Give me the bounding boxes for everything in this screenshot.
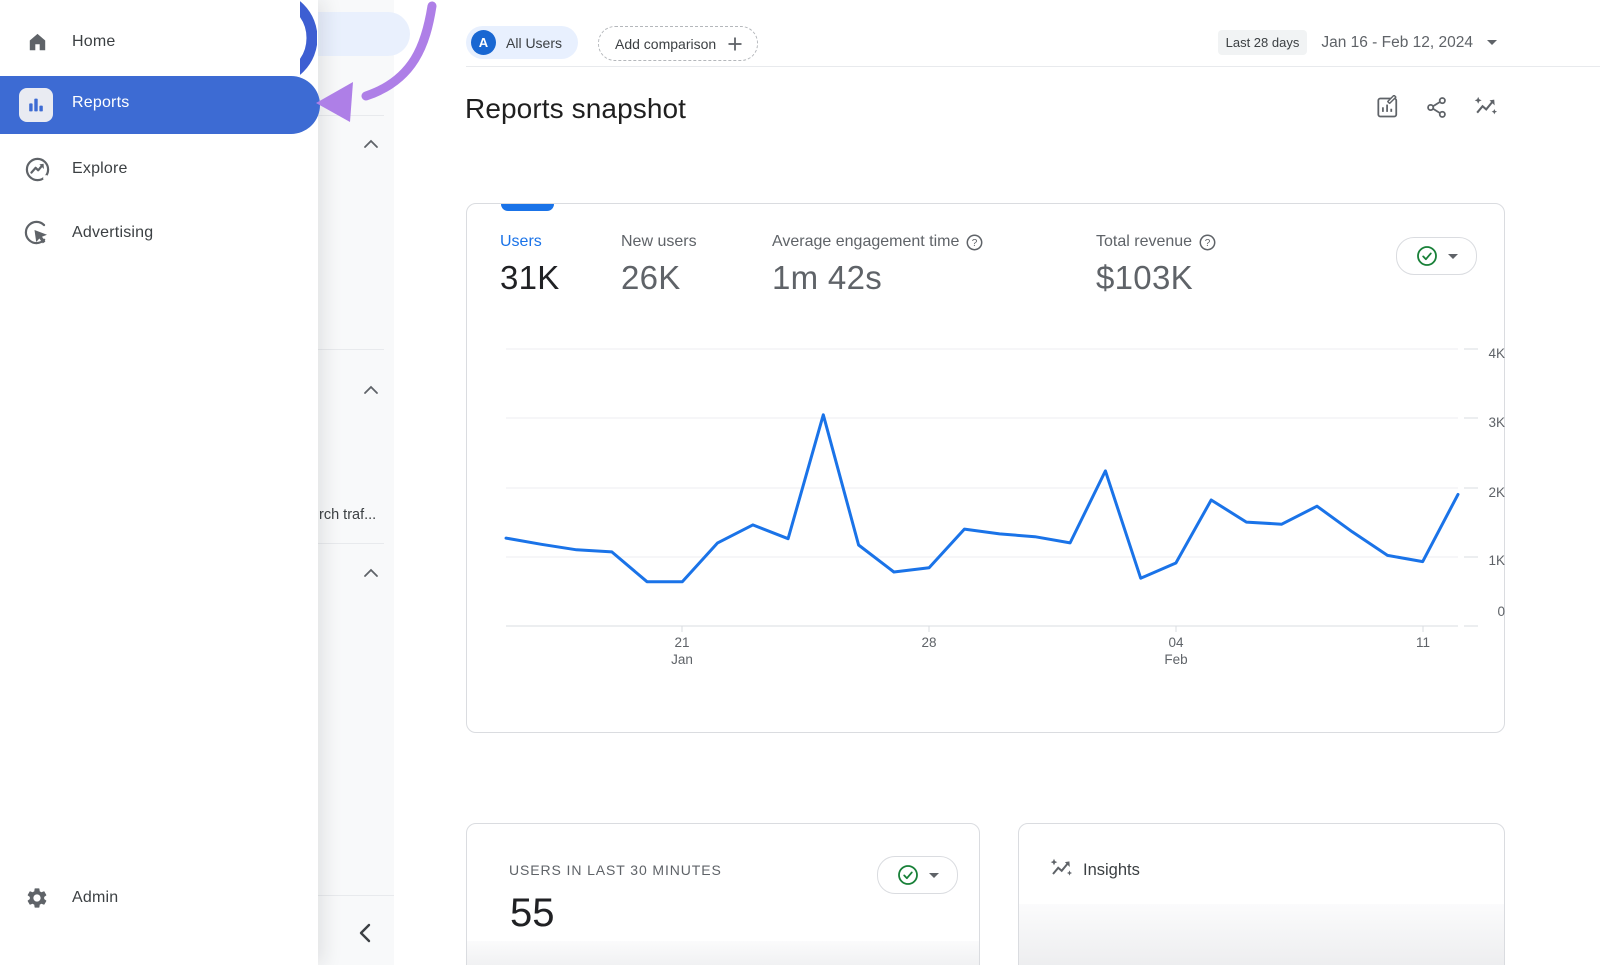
realtime-users-value: 55 — [510, 891, 555, 936]
sidebar-item-advertising[interactable]: Advertising — [0, 212, 318, 254]
metric-label[interactable]: New users — [621, 233, 697, 251]
chevron-down-icon — [929, 873, 939, 878]
share-icon[interactable] — [1424, 95, 1449, 120]
x-tick-label: Feb — [1164, 652, 1187, 667]
add-comparison-button[interactable]: Add comparison — [598, 26, 758, 61]
metric-label[interactable]: Average engagement time — [772, 233, 959, 251]
metric-label[interactable]: Total revenue — [1096, 233, 1192, 251]
sidebar-item-home[interactable]: Home — [0, 21, 318, 63]
y-tick-label: 0 — [1497, 604, 1505, 619]
date-range-text: Jan 16 - Feb 12, 2024 — [1321, 34, 1473, 52]
green-check-icon — [1416, 245, 1438, 267]
add-comparison-label: Add comparison — [615, 36, 716, 52]
chevron-down-icon — [1487, 40, 1497, 45]
realtime-card-footer — [467, 941, 979, 965]
x-tick-label: Jan — [671, 652, 693, 667]
sidebar-item-admin[interactable]: Admin — [0, 877, 318, 919]
plus-icon — [726, 35, 744, 53]
x-tick-label: 28 — [921, 635, 936, 650]
gear-icon — [25, 886, 49, 910]
collapse-sidebar-chevron-left-icon[interactable] — [358, 923, 372, 943]
y-tick-label: 3K — [1488, 415, 1505, 430]
y-tick-label: 2K — [1488, 485, 1505, 500]
explore-icon — [24, 156, 51, 183]
sidebar-item-label: Reports — [72, 94, 129, 112]
svg-text:?: ? — [972, 238, 978, 249]
y-tick-label: 4K — [1488, 346, 1505, 361]
sidebar-item-label: Home — [72, 33, 115, 51]
data-quality-button[interactable] — [1396, 237, 1477, 275]
search-bar-fragment[interactable] — [318, 12, 410, 56]
report-toolbar — [1375, 95, 1499, 120]
sidebar-divider — [318, 115, 384, 116]
realtime-card-title: USERS IN LAST 30 MINUTES — [509, 862, 722, 878]
sidebar-item-explore[interactable]: Explore — [0, 148, 318, 190]
left-navigation-panel: Home Reports Explore — [0, 0, 318, 965]
insights-sparkle-icon — [1049, 857, 1074, 881]
svg-text:?: ? — [1205, 238, 1211, 249]
metric-avg-engagement-time[interactable]: Average engagement time ? 1m 42s — [772, 233, 983, 297]
sidebar-item-reports-selected[interactable]: Reports — [0, 76, 320, 134]
segment-avatar: A — [471, 30, 496, 55]
sidebar-item-label: Advertising — [72, 224, 153, 242]
x-tick-label: 11 — [1416, 635, 1430, 650]
background-sidebar — [318, 0, 394, 965]
chevron-up-icon[interactable] — [363, 568, 379, 578]
page-title: Reports snapshot — [465, 93, 686, 125]
home-icon — [26, 31, 49, 53]
chevron-down-icon — [1448, 254, 1458, 259]
sidebar-divider — [318, 895, 394, 896]
chevron-up-icon[interactable] — [363, 385, 379, 395]
all-users-segment-chip[interactable]: A All Users — [466, 26, 578, 59]
sidebar-divider — [318, 543, 384, 544]
help-icon[interactable]: ? — [1199, 234, 1216, 251]
segment-label: All Users — [506, 35, 562, 51]
advertising-icon — [23, 219, 51, 247]
x-tick-label: 21 — [674, 635, 689, 650]
sidebar-item-truncated[interactable]: rch traf... — [319, 507, 393, 523]
metric-value: 26K — [621, 259, 697, 297]
insights-card: Insights — [1018, 823, 1505, 965]
insights-card-footer — [1019, 904, 1504, 965]
metric-value: $103K — [1096, 259, 1216, 297]
sidebar-divider — [318, 349, 384, 350]
insights-sparkle-icon[interactable] — [1473, 95, 1499, 120]
data-quality-button[interactable] — [877, 856, 958, 894]
bar-chart-icon — [19, 88, 53, 122]
help-icon[interactable]: ? — [966, 234, 983, 251]
metric-value: 1m 42s — [772, 259, 983, 297]
metric-value: 31K — [500, 259, 560, 297]
y-tick-label: 1K — [1488, 553, 1505, 568]
metric-new-users[interactable]: New users 26K — [621, 233, 697, 297]
metric-label[interactable]: Users — [500, 233, 560, 251]
date-range-selector[interactable]: Last 28 days Jan 16 - Feb 12, 2024 — [1218, 30, 1497, 55]
metrics-overview-card: Users 31K New users 26K Average engageme… — [466, 203, 1505, 733]
sidebar-item-label: Admin — [72, 889, 118, 907]
topbar-divider — [466, 66, 1600, 67]
insights-card-title: Insights — [1083, 861, 1140, 880]
customize-report-icon[interactable] — [1375, 95, 1400, 120]
metric-total-revenue[interactable]: Total revenue ? $103K — [1096, 233, 1216, 297]
date-preset-badge: Last 28 days — [1218, 30, 1308, 55]
metric-users[interactable]: Users 31K — [500, 233, 560, 297]
chevron-up-icon[interactable] — [363, 139, 379, 149]
realtime-users-card: USERS IN LAST 30 MINUTES 55 — [466, 823, 980, 965]
sidebar-item-label: Explore — [72, 160, 128, 178]
x-tick-label: 04 — [1168, 635, 1184, 650]
green-check-icon — [897, 864, 919, 886]
users-series-line — [506, 415, 1458, 582]
selected-tab-indicator — [501, 204, 554, 211]
